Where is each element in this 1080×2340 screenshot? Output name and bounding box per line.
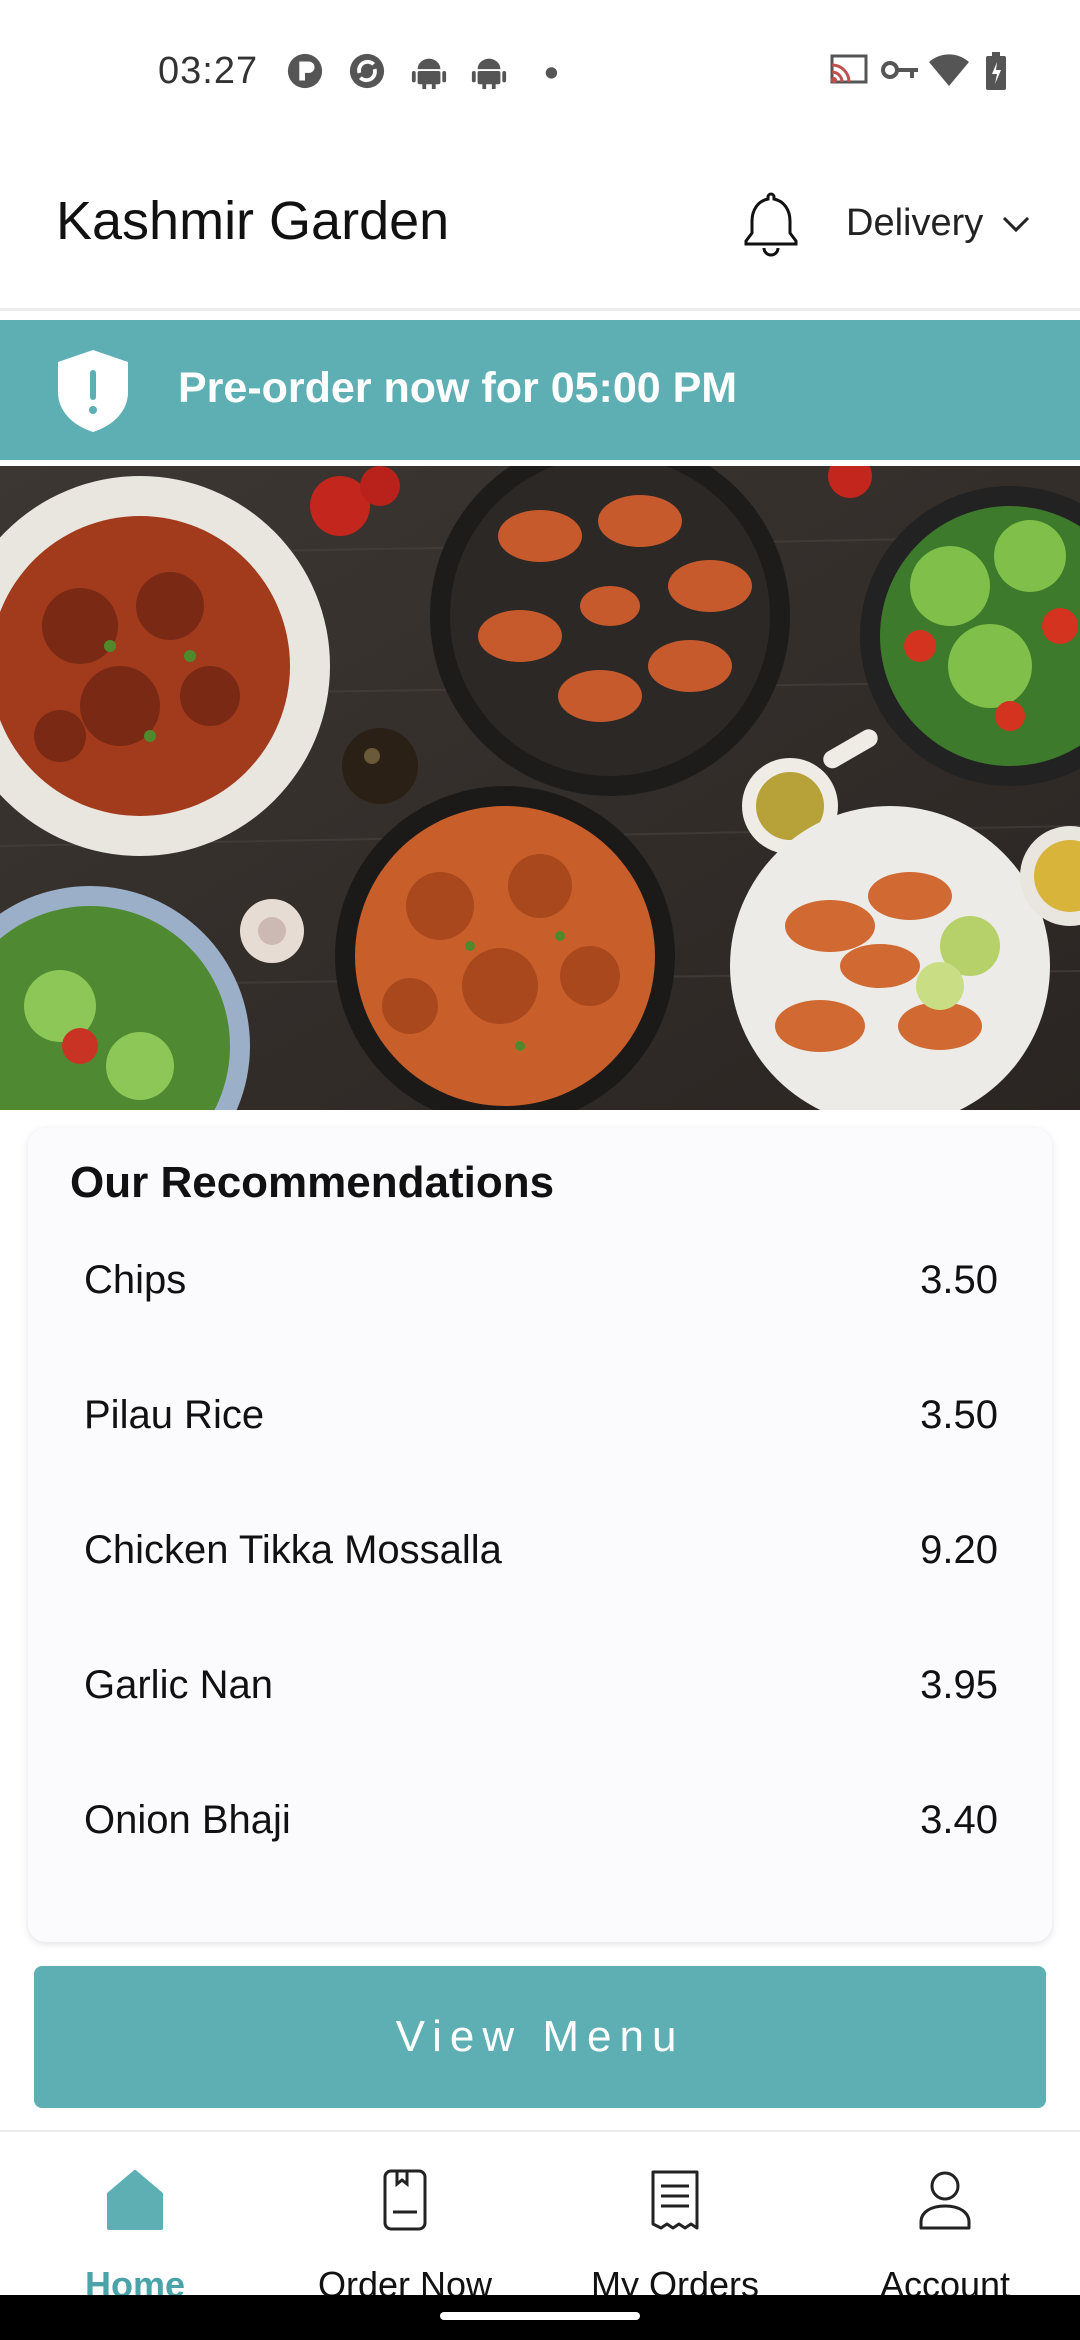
receipt-icon — [651, 2170, 699, 2230]
recommendations-title: Our Recommendations — [70, 1158, 555, 1207]
recommendation-item[interactable]: Chicken Tikka Mossalla 9.20 — [28, 1508, 1052, 1643]
shield-alert-icon — [58, 350, 128, 432]
bottom-navigation: Home Order Now My Orders Account — [0, 2130, 1080, 2305]
item-name: Chicken Tikka Mossalla — [84, 1528, 502, 1572]
battery-icon — [986, 52, 1006, 90]
android-icon — [411, 58, 447, 90]
item-price: 3.95 — [920, 1663, 998, 1707]
item-name: Garlic Nan — [84, 1663, 273, 1707]
hero-food-image — [0, 466, 1080, 1110]
recommendations-list: Chips 3.50 Pilau Rice 3.50 Chicken Tikka… — [28, 1238, 1052, 1913]
vpn-key-icon — [881, 61, 918, 79]
item-name: Chips — [84, 1258, 187, 1302]
recommendations-card: Our Recommendations Chips 3.50 Pilau Ric… — [28, 1128, 1052, 1942]
recommendation-item[interactable]: Chips 3.50 — [28, 1238, 1052, 1373]
item-name: Onion Bhaji — [84, 1798, 291, 1842]
sync-notification-icon — [349, 53, 385, 89]
item-price: 9.20 — [920, 1528, 998, 1572]
android-icon — [471, 58, 507, 90]
wifi-icon — [929, 54, 969, 86]
recommendation-item[interactable]: Pilau Rice 3.50 — [28, 1373, 1052, 1508]
app-notification-icon — [287, 53, 323, 89]
cast-icon — [830, 54, 868, 84]
status-bar: 03:27 — [0, 0, 1080, 150]
chevron-down-icon — [1003, 216, 1030, 232]
item-price: 3.50 — [920, 1258, 998, 1302]
order-mode-label: Delivery — [846, 202, 984, 244]
item-price: 3.50 — [920, 1393, 998, 1437]
recommendation-item[interactable]: Onion Bhaji 3.40 — [28, 1778, 1052, 1913]
order-book-icon — [383, 2169, 427, 2231]
home-gesture-handle[interactable] — [440, 2312, 640, 2320]
app-header: Kashmir Garden Delivery — [0, 150, 1080, 311]
nav-home[interactable]: Home — [0, 2132, 270, 2305]
recommendation-item[interactable]: Garlic Nan 3.95 — [28, 1643, 1052, 1778]
order-mode-selector[interactable]: Delivery — [846, 202, 1031, 245]
nav-my-orders[interactable]: My Orders — [540, 2132, 810, 2305]
item-name: Pilau Rice — [84, 1393, 265, 1437]
home-icon — [107, 2170, 163, 2230]
preorder-banner: Pre-order now for 05:00 PM — [0, 320, 1080, 460]
nav-account[interactable]: Account — [810, 2132, 1080, 2305]
notification-bell-icon[interactable] — [740, 188, 802, 260]
status-time: 03:27 — [158, 50, 259, 92]
nav-order-now[interactable]: Order Now — [270, 2132, 540, 2305]
food-spread-illustration — [0, 466, 1080, 1110]
view-menu-button[interactable]: View Menu — [34, 1966, 1046, 2108]
preorder-text: Pre-order now for 05:00 PM — [178, 364, 738, 412]
more-notifications-dot-icon — [545, 67, 558, 79]
system-navigation-bar — [0, 2295, 1080, 2340]
restaurant-title: Kashmir Garden — [56, 191, 450, 251]
item-price: 3.40 — [920, 1798, 998, 1842]
user-icon — [919, 2171, 971, 2230]
